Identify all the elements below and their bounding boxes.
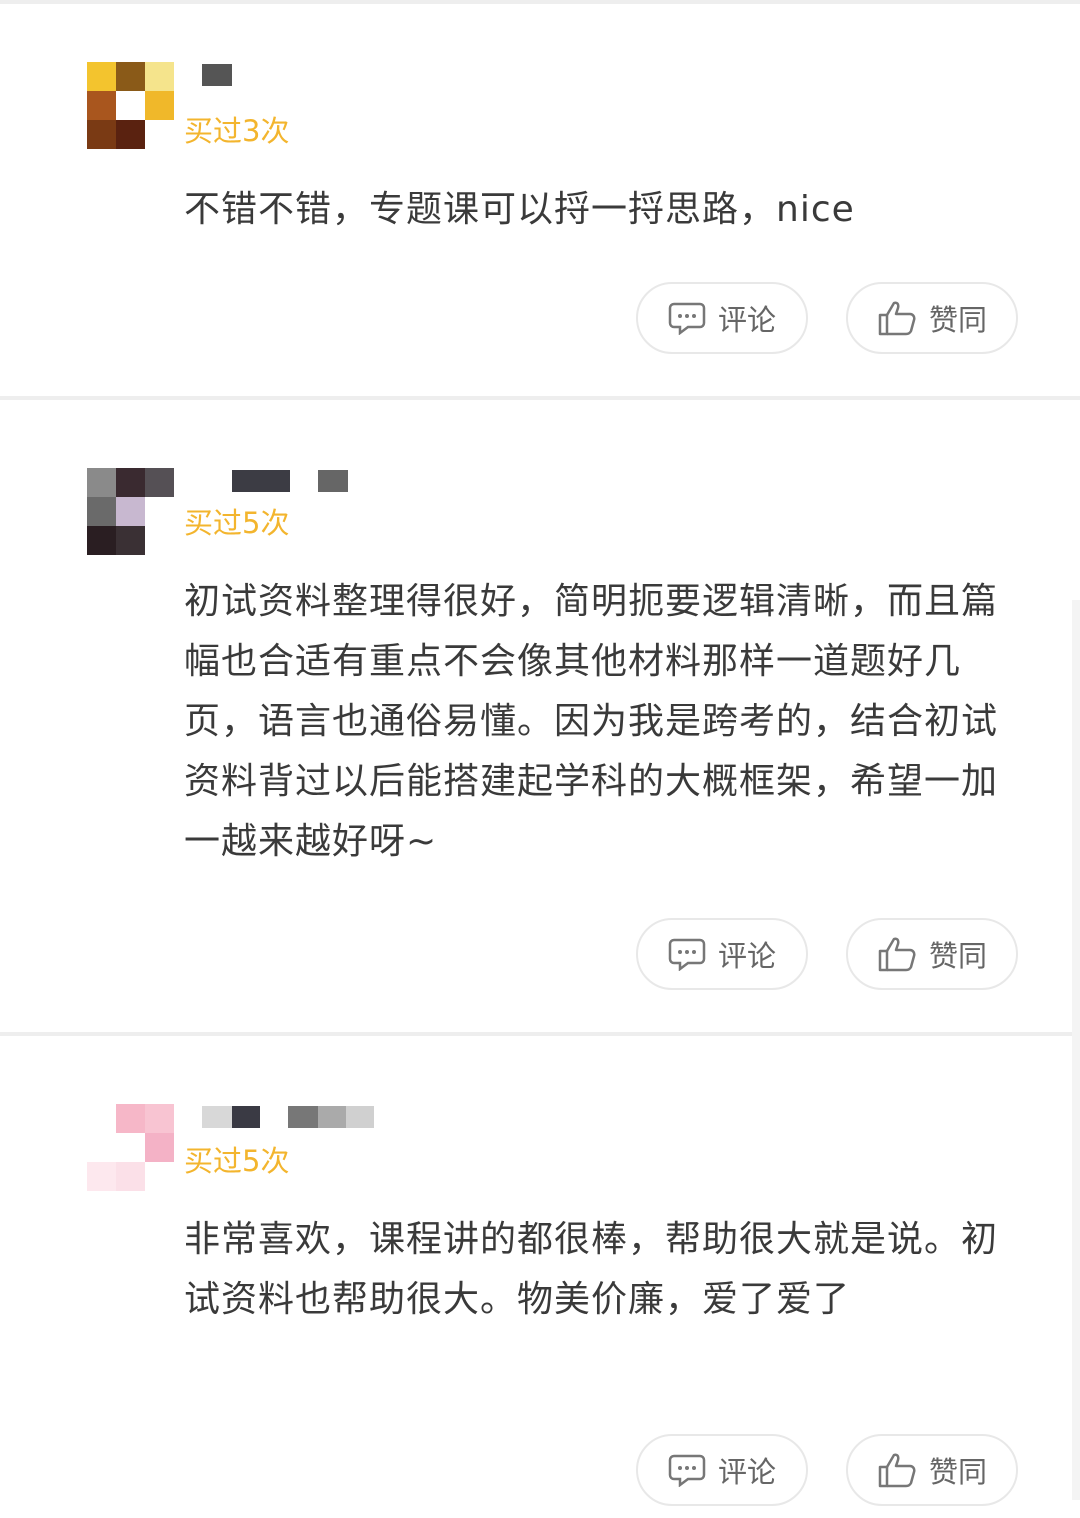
- purchase-badge: 买过5次: [184, 1144, 290, 1178]
- username-redacted: [202, 1106, 374, 1128]
- comment-button[interactable]: 评论: [636, 1434, 808, 1506]
- like-label: 赞同: [928, 303, 987, 337]
- comment-button[interactable]: 评论: [636, 918, 808, 990]
- thumbs-up-icon: [878, 937, 916, 972]
- review-text: 不错不错，专题课可以捋一捋思路，nice: [184, 189, 855, 230]
- avatar[interactable]: [87, 1104, 174, 1191]
- avatar-pixel: [145, 526, 174, 555]
- avatar-pixel: [145, 497, 174, 526]
- avatar-pixel: [116, 91, 145, 120]
- comment-label: 评论: [717, 1455, 776, 1489]
- avatar-pixel: [116, 120, 145, 149]
- avatar-pixel: [87, 91, 116, 120]
- comment-label: 评论: [717, 303, 776, 337]
- avatar-pixel: [145, 468, 174, 497]
- review-item: 买过5次 非常喜欢，课程讲的都很棒，帮助很大就是说。初试资料也帮助很大。物美价廉…: [0, 1036, 1080, 1518]
- review-item: 买过3次 不错不错，专题课可以捋一捋思路，nice 评论 赞同: [0, 4, 1080, 400]
- comment-bubble-icon: [668, 302, 706, 335]
- scrollbar[interactable]: [1072, 600, 1080, 1500]
- like-button[interactable]: 赞同: [846, 918, 1018, 990]
- avatar-pixel: [87, 1104, 116, 1133]
- like-button[interactable]: 赞同: [846, 1434, 1018, 1506]
- avatar-pixel: [116, 526, 145, 555]
- avatar-pixel: [116, 1162, 145, 1191]
- avatar-pixel: [87, 526, 116, 555]
- avatar-pixel: [87, 468, 116, 497]
- thumbs-up-icon: [878, 301, 916, 336]
- avatar-pixel: [116, 468, 145, 497]
- avatar-pixel: [116, 1133, 145, 1162]
- like-label: 赞同: [928, 1455, 987, 1489]
- comment-bubble-icon: [668, 1454, 706, 1487]
- avatar[interactable]: [87, 468, 174, 555]
- avatar-pixel: [145, 91, 174, 120]
- avatar-pixel: [87, 1133, 116, 1162]
- review-text: 初试资料整理得很好，简明扼要逻辑清晰，而且篇幅也合适有重点不会像其他材料那样一道…: [184, 581, 999, 862]
- thumbs-up-icon: [878, 1453, 916, 1488]
- username-redacted: [202, 64, 232, 86]
- avatar-pixel: [145, 1104, 174, 1133]
- avatar-pixel: [145, 1133, 174, 1162]
- avatar-pixel: [145, 120, 174, 149]
- avatar-pixel: [145, 1162, 174, 1191]
- avatar-pixel: [116, 62, 145, 91]
- like-button[interactable]: 赞同: [846, 282, 1018, 354]
- avatar-pixel: [87, 120, 116, 149]
- purchase-badge: 买过3次: [184, 114, 290, 148]
- comment-label: 评论: [717, 939, 776, 973]
- avatar-pixel: [87, 62, 116, 91]
- avatar-pixel: [87, 1162, 116, 1191]
- purchase-badge: 买过5次: [184, 506, 290, 540]
- username-redacted: [232, 470, 348, 492]
- avatar[interactable]: [87, 62, 174, 149]
- comment-bubble-icon: [668, 938, 706, 971]
- comment-button[interactable]: 评论: [636, 282, 808, 354]
- avatar-pixel: [116, 497, 145, 526]
- like-label: 赞同: [928, 939, 987, 973]
- avatar-pixel: [87, 497, 116, 526]
- avatar-pixel: [116, 1104, 145, 1133]
- review-item: 买过5次 初试资料整理得很好，简明扼要逻辑清晰，而且篇幅也合适有重点不会像其他材…: [0, 400, 1080, 1036]
- avatar-pixel: [145, 62, 174, 91]
- review-text: 非常喜欢，课程讲的都很棒，帮助很大就是说。初试资料也帮助很大。物美价廉，爱了爱了: [184, 1219, 999, 1320]
